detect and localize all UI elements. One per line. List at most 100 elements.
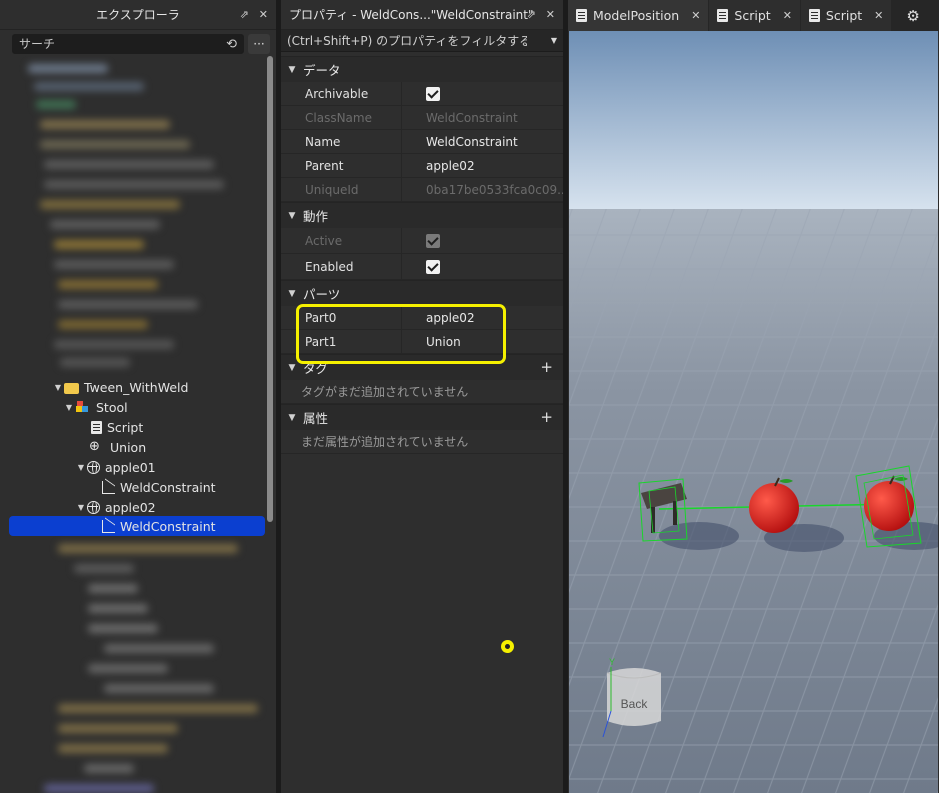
script-icon xyxy=(91,420,102,434)
globe-icon xyxy=(87,500,100,514)
prop-row-active: Active xyxy=(281,228,563,254)
caret-down-icon[interactable]: ▼ xyxy=(281,65,303,75)
caret-down-icon[interactable]: ▼ xyxy=(52,383,64,392)
explorer-title: エクスプローラ xyxy=(96,8,180,22)
undock-icon[interactable]: ⇗ xyxy=(527,8,536,21)
document-tab-bar: ModelPosition ✕ Script ✕ Script ✕ ⚙ xyxy=(568,0,939,31)
section-label: 動作 xyxy=(303,209,329,224)
archivable-checkbox[interactable] xyxy=(426,86,440,101)
3d-viewport[interactable]: Back Y xyxy=(569,31,938,793)
caret-down-icon[interactable]: ▼ xyxy=(281,289,303,299)
prop-value[interactable]: Union xyxy=(401,330,563,353)
tab-close-icon[interactable]: ✕ xyxy=(874,9,883,22)
prop-name: Parent xyxy=(305,158,344,173)
enabled-checkbox[interactable] xyxy=(426,259,440,274)
caret-down-icon[interactable]: ▼ xyxy=(281,363,303,373)
explorer-search-box: ⟲ xyxy=(12,34,244,54)
section-tags[interactable]: ▼ タグ + xyxy=(281,354,563,380)
property-filter-input[interactable] xyxy=(287,33,527,48)
explorer-search-row: ⟲ ··· xyxy=(12,32,270,56)
tree-item-label: Union xyxy=(110,439,147,455)
gear-icon[interactable]: ⚙ xyxy=(892,0,919,31)
more-options-button[interactable]: ··· xyxy=(248,34,270,54)
prop-value[interactable]: WeldConstraint xyxy=(401,130,563,153)
axis-y-label: Y xyxy=(609,657,615,667)
tree-item-apple01[interactable]: ▼ apple01 xyxy=(0,457,268,477)
tree-item-label: WeldConstraint xyxy=(120,479,216,495)
prop-value[interactable]: apple02 xyxy=(401,154,563,177)
tree-item-label: Tween_WithWeld xyxy=(84,379,189,395)
prop-name: Archivable xyxy=(305,86,369,101)
close-icon[interactable]: ✕ xyxy=(546,8,555,21)
tree-item-label: apple01 xyxy=(105,459,156,475)
prop-value[interactable]: apple02 xyxy=(401,306,563,329)
caret-down-icon[interactable]: ▼ xyxy=(75,503,87,512)
tree-item-script[interactable]: Script xyxy=(0,417,268,437)
section-behavior[interactable]: ▼ 動作 xyxy=(281,202,563,228)
tab-label: ModelPosition xyxy=(593,8,680,23)
tree-item-label: WeldConstraint xyxy=(120,518,216,534)
place-icon xyxy=(576,9,587,22)
caret-down-icon[interactable]: ▼ xyxy=(281,211,303,221)
section-attributes[interactable]: ▼ 属性 + xyxy=(281,404,563,430)
stool-shadow xyxy=(659,522,739,550)
prop-name: Enabled xyxy=(305,259,354,274)
caret-down-icon[interactable]: ▼ xyxy=(281,413,303,423)
prop-value: 0ba17be0533fca0c09... xyxy=(401,178,563,201)
blurred-tree-top xyxy=(14,56,268,376)
close-icon[interactable]: ✕ xyxy=(259,8,268,21)
prop-name: UniqueId xyxy=(305,182,359,197)
script-icon xyxy=(808,9,820,22)
caret-down-icon[interactable]: ▼ xyxy=(63,403,75,412)
tab-close-icon[interactable]: ✕ xyxy=(783,9,792,22)
viewport-area: ModelPosition ✕ Script ✕ Script ✕ ⚙ Back… xyxy=(568,0,939,793)
weld-icon xyxy=(102,480,115,494)
prop-value xyxy=(401,228,563,253)
folder-icon xyxy=(64,382,79,394)
prop-name: Name xyxy=(305,134,341,149)
tree-item-stool[interactable]: ▼ Stool xyxy=(0,397,268,417)
explorer-title-bar: エクスプローラ ⇗ ✕ xyxy=(0,0,276,30)
tree-item-apple02[interactable]: ▼ apple02 xyxy=(0,497,268,517)
properties-title-bar: プロパティ - WeldCons..."WeldConstraint" ⇗ ✕ xyxy=(281,0,563,30)
add-attribute-button[interactable]: + xyxy=(540,408,553,426)
prop-row-part1: Part1 Union xyxy=(281,330,563,354)
caret-down-icon[interactable]: ▼ xyxy=(75,463,87,472)
section-parts[interactable]: ▼ パーツ xyxy=(281,280,563,306)
explorer-tree: ▼ Tween_WithWeld ▼ Stool Script ⊕ Union … xyxy=(0,56,268,793)
view-cube-label: Back xyxy=(621,697,649,711)
scene-render: Back Y xyxy=(569,31,938,793)
prop-name: Active xyxy=(305,233,343,248)
explorer-search-input[interactable] xyxy=(19,37,199,51)
tree-item-union[interactable]: ⊕ Union xyxy=(0,437,268,457)
prop-name: ClassName xyxy=(305,110,372,125)
tree-item-weldconstraint-selected[interactable]: WeldConstraint xyxy=(9,516,265,536)
blurred-tree-bottom xyxy=(14,540,268,793)
filter-dropdown-icon[interactable]: ▼ xyxy=(551,36,557,45)
tree-item-tween-withweld[interactable]: ▼ Tween_WithWeld xyxy=(0,377,268,397)
tab-label: Script xyxy=(734,8,771,23)
tab-close-icon[interactable]: ✕ xyxy=(691,9,700,22)
section-data[interactable]: ▼ データ xyxy=(281,56,563,82)
tree-item-weldconstraint-1[interactable]: WeldConstraint xyxy=(0,477,268,497)
prop-row-enabled: Enabled xyxy=(281,254,563,280)
undock-icon[interactable]: ⇗ xyxy=(240,8,249,21)
add-tag-button[interactable]: + xyxy=(540,358,553,376)
tab-script-1[interactable]: Script ✕ xyxy=(709,0,800,31)
tab-script-2[interactable]: Script ✕ xyxy=(800,0,892,31)
prop-value xyxy=(401,82,563,105)
properties-panel: プロパティ - WeldCons..."WeldConstraint" ⇗ ✕ … xyxy=(281,0,563,793)
history-icon[interactable]: ⟲ xyxy=(226,37,237,52)
tree-item-label: apple02 xyxy=(105,499,156,515)
active-checkbox xyxy=(426,233,440,248)
prop-row-name: Name WeldConstraint xyxy=(281,130,563,154)
prop-name: Part0 xyxy=(305,310,337,325)
tab-modelposition[interactable]: ModelPosition ✕ xyxy=(568,0,709,31)
prop-row-classname: ClassName WeldConstraint xyxy=(281,106,563,130)
prop-row-uniqueid: UniqueId 0ba17be0533fca0c09... xyxy=(281,178,563,202)
explorer-scrollbar[interactable] xyxy=(267,56,273,522)
weld-icon xyxy=(102,519,115,533)
tree-item-label: Stool xyxy=(96,399,128,415)
properties-title: プロパティ - WeldCons..."WeldConstraint" xyxy=(289,8,534,22)
tree-item-label: Script xyxy=(107,419,144,435)
